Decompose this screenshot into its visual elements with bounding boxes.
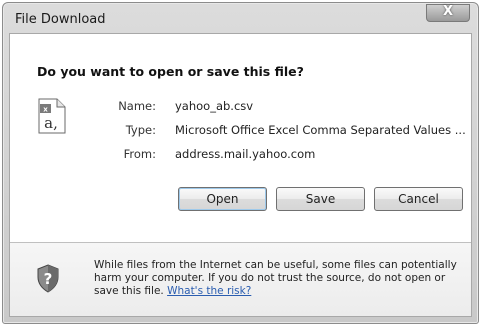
cancel-button[interactable]: Cancel xyxy=(374,187,463,211)
open-button[interactable]: Open xyxy=(178,187,267,211)
svg-text:?: ? xyxy=(44,270,53,288)
file-download-dialog: File Download X Do you want to open or s… xyxy=(2,2,479,324)
dialog-body: Do you want to open or save this file? x… xyxy=(9,33,472,317)
window-title: File Download xyxy=(15,12,106,27)
security-warning-panel: ? While files from the Internet can be u… xyxy=(10,243,471,316)
close-button[interactable]: X xyxy=(426,4,470,22)
from-value: address.mail.yahoo.com xyxy=(175,147,316,161)
save-button[interactable]: Save xyxy=(276,187,365,211)
close-icon: X xyxy=(442,4,454,19)
type-value: Microsoft Office Excel Comma Separated V… xyxy=(175,123,466,137)
title-bar[interactable]: File Download X xyxy=(3,3,478,33)
name-label: Name: xyxy=(118,99,156,113)
shield-question-icon: ? xyxy=(37,264,59,293)
type-label: Type: xyxy=(125,123,156,137)
whats-the-risk-link[interactable]: What's the risk? xyxy=(167,285,251,297)
name-value: yahoo_ab.csv xyxy=(175,99,254,113)
security-warning-text: While files from the Internet can be use… xyxy=(94,259,464,298)
dialog-question: Do you want to open or save this file? xyxy=(37,64,304,79)
warning-message: While files from the Internet can be use… xyxy=(94,259,457,297)
from-label: From: xyxy=(123,147,156,161)
